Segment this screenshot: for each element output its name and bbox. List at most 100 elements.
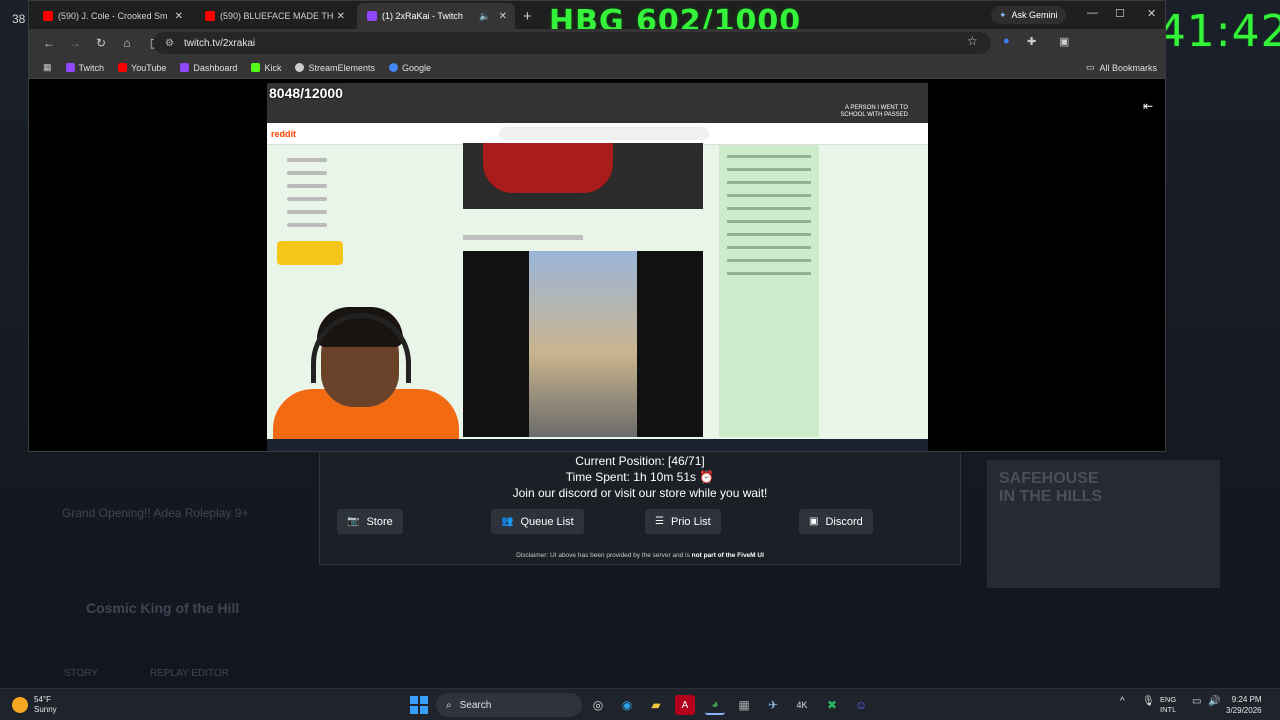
bg-server-name: Grand Opening!! Adea Roleplay 9+ bbox=[62, 506, 249, 520]
store-button[interactable]: 📷 Store bbox=[337, 509, 403, 534]
bg-replay-tab: REPLAY EDITOR bbox=[150, 668, 229, 679]
extension-icon[interactable]: ● bbox=[1003, 35, 1010, 47]
tab-jcole[interactable]: (590) J. Cole - Crooked Sm ✕ bbox=[33, 3, 191, 29]
discord-button[interactable]: ▣ Discord bbox=[799, 509, 873, 534]
list-icon: ☰ bbox=[655, 516, 664, 527]
queue-time-spent: Time Spent: 1h 10m 51s ⏰ bbox=[565, 470, 715, 484]
queue-list-label: Queue List bbox=[520, 515, 574, 528]
bg-card: SAFEHOUSE IN THE HILLS bbox=[987, 460, 1220, 588]
disclaimer: Disclaimer: UI above has been provided b… bbox=[320, 552, 960, 559]
chrome-icon[interactable]: ◕ bbox=[705, 695, 725, 715]
stream-video[interactable]: 8048/12000 A PERSON I WENT TO SCHOOL WIT… bbox=[267, 83, 928, 451]
prio-list-button[interactable]: ☰ Prio List bbox=[645, 509, 721, 534]
close-icon[interactable]: ✕ bbox=[337, 11, 345, 22]
bookmark-label: Kick bbox=[264, 62, 282, 73]
apps-icon[interactable]: ▦ bbox=[43, 62, 52, 73]
network-icon[interactable]: ▭ bbox=[1192, 696, 1201, 707]
edge-icon[interactable]: ◉ bbox=[617, 695, 637, 715]
system-clock[interactable]: 9:24 PM 3/29/2026 bbox=[1226, 694, 1262, 716]
microphone-icon[interactable]: 🎙 bbox=[1142, 696, 1155, 707]
tray-chevron-icon[interactable]: ^ bbox=[1120, 696, 1125, 707]
app-a-icon[interactable]: A bbox=[675, 695, 695, 715]
4k-app-icon[interactable]: 4K bbox=[792, 695, 812, 715]
streamelements-icon bbox=[295, 63, 305, 72]
xbox-icon[interactable]: ✖ bbox=[822, 695, 842, 715]
bookmark-youtube[interactable]: YouTube bbox=[118, 63, 166, 73]
bookmark-star-icon[interactable]: ☆ bbox=[967, 34, 978, 48]
bookmark-kick[interactable]: Kick bbox=[251, 63, 281, 73]
tab-title: (590) J. Cole - Crooked Sm bbox=[58, 11, 168, 21]
reload-icon[interactable]: ↻ bbox=[95, 36, 107, 50]
close-icon[interactable]: ✕ bbox=[499, 11, 507, 22]
bookmark-dashboard[interactable]: Dashboard bbox=[180, 63, 237, 73]
youtube-icon bbox=[118, 63, 128, 72]
site-info-icon[interactable]: ⚙ bbox=[165, 38, 174, 49]
twitch-icon bbox=[180, 63, 190, 72]
windows-start-icon[interactable] bbox=[410, 696, 428, 714]
stream-note: A PERSON I WENT TO SCHOOL WITH PASSED bbox=[840, 105, 908, 118]
discord-taskbar-icon[interactable]: ☺ bbox=[851, 695, 871, 715]
volume-icon[interactable]: 🔊 bbox=[1208, 696, 1220, 707]
lang-top: ENG bbox=[1160, 695, 1177, 704]
windows-taskbar: 54°F Sunny ⌕ Search ◎ ◉ ▰ A ◕ ▦ ✈ 4K ✖ ☺… bbox=[0, 688, 1280, 720]
twitch-icon bbox=[367, 11, 377, 21]
search-icon: ⌕ bbox=[446, 699, 452, 711]
bookmarks-bar: ▦ Twitch YouTube Dashboard Kick StreamEl… bbox=[29, 57, 1165, 79]
forward-icon[interactable]: → bbox=[69, 36, 81, 50]
disclaimer-bold: not part of the FiveM UI bbox=[691, 552, 764, 559]
copilot-icon[interactable]: ◎ bbox=[588, 695, 608, 715]
bg-card-title: SAFEHOUSE IN THE HILLS bbox=[999, 470, 1103, 505]
discord-icon: ▣ bbox=[809, 516, 819, 527]
speaker-icon[interactable]: 🔈 bbox=[479, 11, 490, 22]
weather-widget[interactable]: 54°F Sunny bbox=[12, 695, 57, 715]
collapse-chat-icon[interactable]: ⇤ bbox=[1143, 99, 1153, 113]
close-window-icon[interactable]: ✕ bbox=[1147, 7, 1156, 20]
extensions-puzzle-icon[interactable]: ✚ bbox=[1027, 35, 1036, 48]
bookmark-google[interactable]: Google bbox=[388, 63, 431, 73]
minimize-icon[interactable]: — bbox=[1087, 7, 1098, 19]
folder-icon: ▭ bbox=[1085, 62, 1095, 72]
gemini-icon: ✦ bbox=[999, 9, 1007, 20]
profile-icon[interactable]: ▣ bbox=[1059, 35, 1069, 48]
weather-desc: Sunny bbox=[34, 705, 57, 714]
tab-twitch[interactable]: (1) 2xRaKai - Twitch 🔈 ✕ bbox=[357, 3, 515, 29]
queue-position: Current Position: [46/71] bbox=[575, 454, 705, 468]
maximize-icon[interactable]: ☐ bbox=[1115, 7, 1125, 20]
home-icon[interactable]: ⌂ bbox=[121, 36, 133, 50]
language-indicator[interactable]: ENG INTL bbox=[1160, 695, 1176, 715]
back-icon[interactable]: ← bbox=[43, 36, 55, 50]
users-icon: 👥 bbox=[501, 516, 514, 527]
bookmark-label: YouTube bbox=[131, 62, 167, 73]
lang-bottom: INTL bbox=[1160, 705, 1177, 714]
reddit-post-video bbox=[463, 143, 703, 209]
discord-label: Discord bbox=[825, 515, 863, 528]
youtube-icon bbox=[43, 11, 53, 21]
disclaimer-text: Disclaimer: UI above has been provided b… bbox=[516, 552, 692, 559]
reddit-search bbox=[499, 127, 709, 140]
clock-date: 3/29/2026 bbox=[1226, 706, 1262, 715]
reddit-logo: reddit bbox=[271, 129, 297, 139]
stream-counter: 8048/12000 bbox=[269, 85, 343, 101]
bookmark-label: Dashboard bbox=[193, 62, 238, 73]
file-explorer-icon[interactable]: ▰ bbox=[646, 695, 666, 715]
bookmark-label: Twitch bbox=[78, 62, 105, 73]
url-input[interactable]: ⚙ twitch.tv/2xrakai bbox=[153, 32, 991, 54]
all-bookmarks[interactable]: ▭ All Bookmarks bbox=[1086, 62, 1157, 73]
app-grid-icon[interactable]: ▦ bbox=[734, 695, 754, 715]
steam-icon[interactable]: ✈ bbox=[763, 695, 783, 715]
ask-gemini-label: Ask Gemini bbox=[1011, 10, 1058, 20]
ask-gemini-button[interactable]: ✦ Ask Gemini bbox=[991, 6, 1066, 24]
new-tab-button[interactable]: + bbox=[523, 8, 532, 25]
tab-title: (1) 2xRaKai - Twitch bbox=[382, 11, 463, 21]
sun-icon bbox=[12, 697, 28, 713]
bookmark-twitch[interactable]: Twitch bbox=[65, 62, 105, 73]
bookmark-streamelements[interactable]: StreamElements bbox=[295, 63, 375, 73]
youtube-icon bbox=[205, 11, 215, 21]
reddit-right-panel bbox=[719, 145, 819, 437]
queue-list-button[interactable]: 👥 Queue List bbox=[491, 509, 584, 534]
close-icon[interactable]: ✕ bbox=[175, 11, 183, 22]
kick-icon bbox=[251, 63, 261, 72]
taskbar-search[interactable]: ⌕ Search bbox=[436, 693, 582, 717]
tab-blueface[interactable]: (590) BLUEFACE MADE THE GIR ✕ bbox=[195, 3, 353, 29]
reddit-post-text bbox=[463, 235, 583, 240]
